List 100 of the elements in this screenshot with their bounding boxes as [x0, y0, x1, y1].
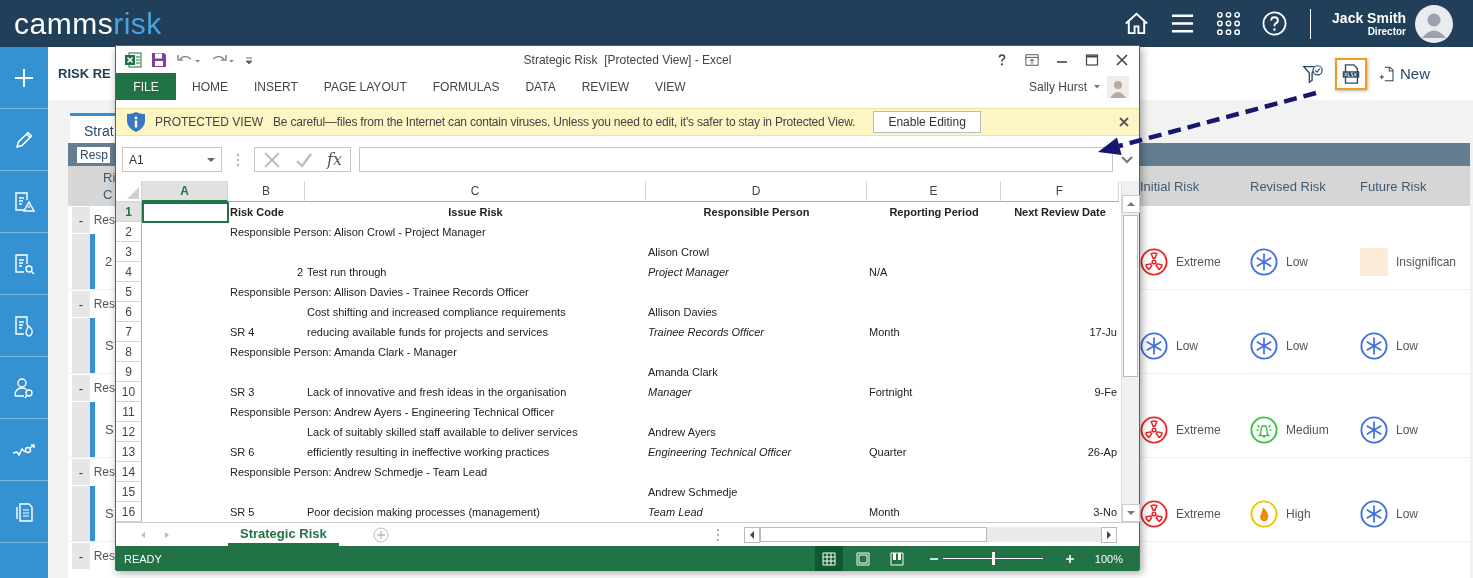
ribbon-display-icon[interactable] [1025, 52, 1039, 67]
ribbon-tab[interactable]: INSERT [241, 73, 311, 100]
ribbon-tab[interactable]: REVIEW [568, 73, 642, 100]
column-header[interactable]: D [646, 181, 867, 202]
row-header[interactable]: 11 [116, 402, 142, 422]
table-cell: Lack of innovative and fresh ideas in the organisation [307, 386, 567, 398]
scrollbar-thumb[interactable] [760, 527, 987, 542]
document-search-icon[interactable] [12, 251, 36, 276]
row-header[interactable]: 4 [116, 262, 142, 282]
caret-icon[interactable] [1093, 83, 1101, 90]
user-role: Director [1367, 26, 1406, 37]
scroll-down-icon[interactable] [1121, 504, 1140, 522]
zoom-in-icon[interactable] [1064, 553, 1075, 564]
row-header[interactable]: 8 [116, 342, 142, 362]
row-header[interactable]: 16 [116, 502, 142, 522]
person-search-icon[interactable] [12, 375, 36, 400]
rating-label: Low [1286, 254, 1308, 269]
protected-view-message: Be careful—files from the Internet can contain viruses. Unless you need to edit, it's safer to stay in Protected View. [273, 115, 856, 129]
column-header[interactable]: C [305, 181, 646, 202]
account-name[interactable]: Sally Hurst [1029, 79, 1087, 94]
insert-function-button[interactable]: fx [327, 150, 342, 169]
table-cell: Alison Crowl [648, 246, 710, 258]
table-cell: Poor decision making processes (management) [307, 506, 540, 518]
collapse-toggle[interactable]: - [72, 291, 90, 317]
table-cell-text: SR 4 [230, 326, 256, 338]
table-cell: Responsible Person [703, 206, 810, 218]
group-by-chip[interactable]: Resp [77, 146, 110, 163]
document-warning-icon[interactable] [12, 189, 36, 214]
row-header[interactable]: 13 [116, 442, 142, 462]
normal-view-button[interactable] [814, 546, 843, 571]
column-header[interactable]: E [867, 181, 1001, 202]
drag-handle-icon[interactable] [236, 152, 240, 167]
row-header[interactable]: 6 [116, 302, 142, 322]
table-cell: 3-No [1093, 506, 1117, 518]
help-icon[interactable] [1262, 11, 1288, 36]
avatar[interactable] [1415, 4, 1453, 43]
home-icon[interactable] [1124, 11, 1150, 36]
logo: cammsrisk [14, 8, 162, 39]
ribbon-tab[interactable]: PAGE LAYOUT [310, 73, 420, 100]
ribbon-tab[interactable]: VIEW [642, 73, 699, 100]
table-cell: Amanda Clark [648, 366, 718, 378]
row-header[interactable]: 5 [116, 282, 142, 302]
ribbon-tab[interactable]: FORMULAS [419, 73, 513, 100]
document-flame-icon[interactable] [12, 313, 36, 338]
scroll-left-icon[interactable] [744, 526, 760, 543]
collapse-toggle[interactable]: - [72, 459, 90, 485]
row-header[interactable]: 2 [116, 222, 142, 242]
collapse-toggle[interactable]: - [72, 543, 90, 569]
row-header[interactable]: 10 [116, 382, 142, 402]
formula-input[interactable] [358, 147, 1113, 172]
table-cell-text: SR 5 [230, 506, 256, 518]
maximize-icon[interactable] [1085, 52, 1099, 67]
column-header[interactable]: A [142, 181, 228, 202]
table-cell: Allison Davies [648, 306, 718, 318]
row-header[interactable]: 7 [116, 322, 142, 342]
rating-label: Medium [1286, 422, 1329, 437]
scrollbar-thumb[interactable] [1123, 215, 1138, 377]
snowflake-icon [1360, 415, 1388, 444]
table-cell: Lack of suitably skilled staff available to deliver services [307, 426, 578, 438]
rating-label: Low [1396, 506, 1418, 521]
apps-grid-icon[interactable] [1216, 11, 1242, 36]
column-header[interactable]: F [1001, 181, 1119, 202]
collapse-toggle[interactable]: - [72, 375, 90, 401]
register-tab[interactable]: Strat [70, 113, 115, 143]
table-cell: N/A [869, 266, 888, 278]
xlsx-file-icon [1340, 62, 1362, 85]
table-cell: Responsible Person: Andrew Schmedje - Team Lead [230, 466, 488, 478]
close-icon[interactable] [1115, 52, 1129, 67]
collapse-toggle[interactable]: - [72, 207, 90, 233]
export-xlsx-button[interactable] [1335, 57, 1367, 90]
row-header[interactable]: 14 [116, 462, 142, 482]
radiation-icon [1140, 499, 1168, 528]
spreadsheet-app-icon[interactable] [124, 50, 142, 69]
table-cell-text: Risk Code [230, 206, 285, 218]
row-header[interactable]: 3 [116, 242, 142, 262]
group-label: Res [93, 465, 115, 479]
ribbon-tab[interactable]: HOME [179, 73, 241, 100]
drag-handle-icon[interactable] [716, 527, 720, 542]
new-button[interactable]: New [1373, 59, 1435, 88]
ribbon-tab[interactable]: DATA [512, 73, 569, 100]
name-box[interactable]: A1 [122, 147, 222, 172]
rating-label: Low [1176, 338, 1198, 353]
row-header[interactable]: 12 [116, 422, 142, 442]
group-label: Res [93, 549, 115, 563]
save-icon[interactable] [150, 50, 168, 69]
column-header[interactable]: B [228, 181, 305, 202]
snowflake-icon [1250, 247, 1278, 276]
row-header[interactable]: 15 [116, 482, 142, 502]
scroll-right-icon[interactable] [1101, 526, 1117, 543]
close-icon[interactable] [1119, 117, 1129, 127]
row-header[interactable]: 9 [116, 362, 142, 382]
table-cell: Issue Risk [448, 206, 503, 218]
row-header[interactable]: 1 [116, 202, 142, 222]
table-cell: Reporting Period [889, 206, 979, 218]
enable-editing-button[interactable]: Enable Editing [873, 111, 982, 133]
snowflake-icon [1360, 331, 1388, 360]
column-header: Ri C [102, 169, 116, 203]
scroll-up-icon[interactable] [1121, 195, 1140, 213]
expand-caret-icon[interactable] [1121, 155, 1133, 164]
table-cell: Trainee Records Officer [648, 326, 764, 338]
